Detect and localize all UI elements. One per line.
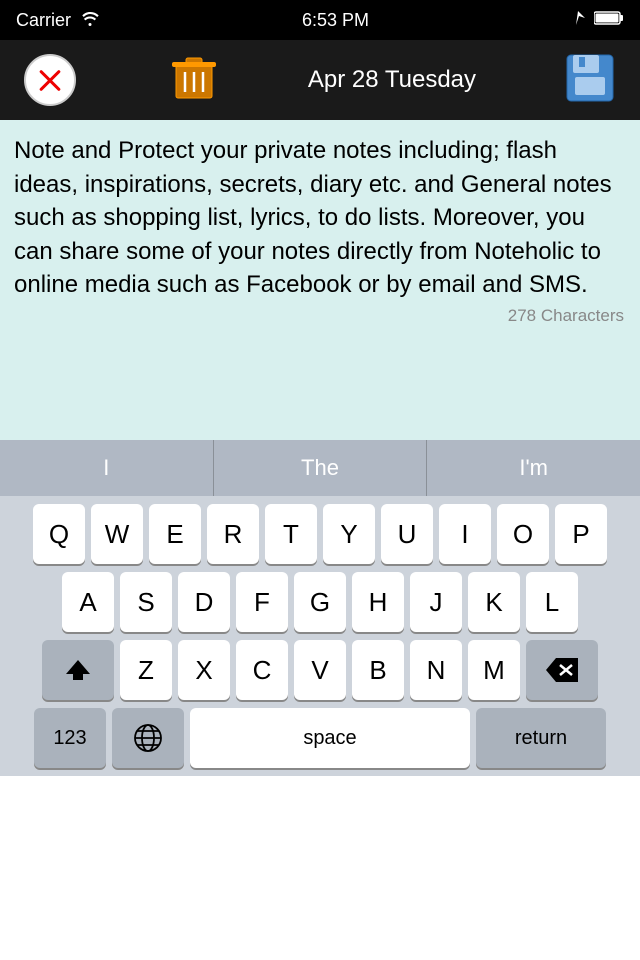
status-time: 6:53 PM <box>302 10 369 31</box>
key-H[interactable]: H <box>352 572 404 632</box>
key-K[interactable]: K <box>468 572 520 632</box>
keyboard: Q W E R T Y U I O P A S D F G H J K L Z … <box>0 496 640 776</box>
numbers-key[interactable]: 123 <box>34 708 106 768</box>
status-left: Carrier <box>16 10 101 31</box>
key-L[interactable]: L <box>526 572 578 632</box>
autocomplete-item-2[interactable]: The <box>214 440 428 496</box>
key-F[interactable]: F <box>236 572 288 632</box>
delete-note-button[interactable] <box>164 50 224 110</box>
autocomplete-bar: I The I'm <box>0 440 640 496</box>
key-U[interactable]: U <box>381 504 433 564</box>
autocomplete-item-3[interactable]: I'm <box>427 440 640 496</box>
location-icon <box>570 10 586 31</box>
keyboard-bottom-row: 123 space return <box>4 708 636 768</box>
status-bar: Carrier 6:53 PM <box>0 0 640 40</box>
key-X[interactable]: X <box>178 640 230 700</box>
key-C[interactable]: C <box>236 640 288 700</box>
key-T[interactable]: T <box>265 504 317 564</box>
autocomplete-item-1[interactable]: I <box>0 440 214 496</box>
key-N[interactable]: N <box>410 640 462 700</box>
carrier-label: Carrier <box>16 10 71 31</box>
key-Z[interactable]: Z <box>120 640 172 700</box>
toolbar-date: Apr 28 Tuesday <box>308 66 476 94</box>
space-key[interactable]: space <box>190 708 470 768</box>
save-icon <box>565 53 615 108</box>
shift-key[interactable] <box>42 640 114 700</box>
trash-icon <box>172 52 216 109</box>
key-R[interactable]: R <box>207 504 259 564</box>
key-S[interactable]: S <box>120 572 172 632</box>
key-W[interactable]: W <box>91 504 143 564</box>
close-button[interactable] <box>20 50 80 110</box>
key-P[interactable]: P <box>555 504 607 564</box>
toolbar: Apr 28 Tuesday <box>0 40 640 120</box>
note-area[interactable]: Note and Protect your private notes incl… <box>0 120 640 440</box>
key-I[interactable]: I <box>439 504 491 564</box>
key-B[interactable]: B <box>352 640 404 700</box>
status-right <box>570 10 624 31</box>
key-D[interactable]: D <box>178 572 230 632</box>
wifi-icon <box>79 10 101 31</box>
note-text[interactable]: Note and Protect your private notes incl… <box>14 134 626 302</box>
key-V[interactable]: V <box>294 640 346 700</box>
close-icon <box>24 54 76 106</box>
key-A[interactable]: A <box>62 572 114 632</box>
key-M[interactable]: M <box>468 640 520 700</box>
battery-icon <box>594 10 624 31</box>
key-O[interactable]: O <box>497 504 549 564</box>
key-J[interactable]: J <box>410 572 462 632</box>
save-button[interactable] <box>560 50 620 110</box>
keyboard-row-1: Q W E R T Y U I O P <box>4 504 636 564</box>
char-count: 278 Characters <box>14 302 626 334</box>
key-Y[interactable]: Y <box>323 504 375 564</box>
keyboard-row-3: Z X C V B N M <box>4 640 636 700</box>
key-E[interactable]: E <box>149 504 201 564</box>
delete-key[interactable] <box>526 640 598 700</box>
key-G[interactable]: G <box>294 572 346 632</box>
keyboard-row-2: A S D F G H J K L <box>4 572 636 632</box>
return-key[interactable]: return <box>476 708 606 768</box>
globe-key[interactable] <box>112 708 184 768</box>
key-Q[interactable]: Q <box>33 504 85 564</box>
